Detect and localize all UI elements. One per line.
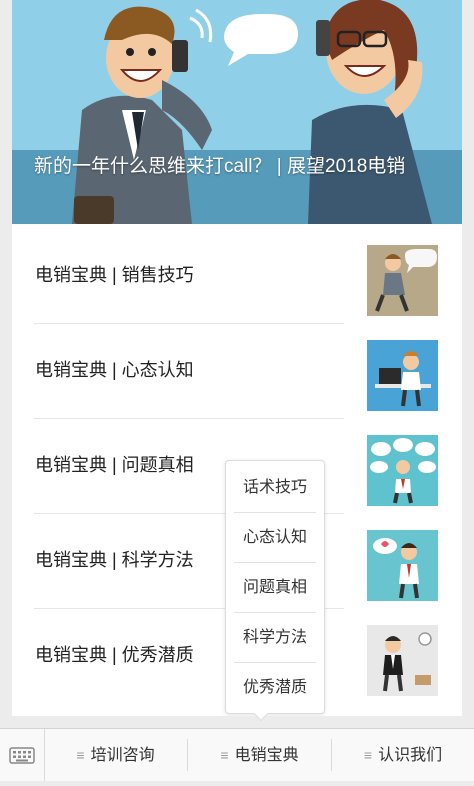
tab-about-us[interactable]: ≡ 认识我们 <box>332 729 474 781</box>
submenu-item[interactable]: 优秀潜质 <box>226 663 324 713</box>
hero-title: 新的一年什么思维来打call？ | 展望2018电销 <box>34 156 406 177</box>
article-item[interactable]: 电销宝典 | 心态认知 <box>12 323 462 417</box>
bottom-menu-bar: ≡ 培训咨询 ≡ 电销宝典 ≡ 认识我们 <box>0 728 474 781</box>
tab-label: 认识我们 <box>378 747 443 764</box>
keyboard-icon <box>9 747 35 764</box>
article-title: 电销宝典 | 问题真相 <box>35 455 194 475</box>
article-title: 电销宝典 | 优秀潜质 <box>35 645 194 665</box>
tab-sales-guide[interactable]: ≡ 电销宝典 <box>188 729 331 781</box>
article-list-card: 新的一年什么思维来打call？ | 展望2018电销 电销宝典 | 销售技巧 电… <box>12 0 462 716</box>
submenu-item[interactable]: 话术技巧 <box>226 463 324 513</box>
article-thumbnail-image <box>367 625 438 696</box>
menu-lines-icon: ≡ <box>76 747 85 763</box>
article-title: 电销宝典 | 销售技巧 <box>35 265 194 285</box>
tab-label: 培训咨询 <box>90 747 155 764</box>
tab-label: 电销宝典 <box>234 747 299 764</box>
article-title: 电销宝典 | 科学方法 <box>35 550 194 570</box>
article-title: 电销宝典 | 心态认知 <box>35 360 194 380</box>
submenu-popup: 话术技巧 心态认知 问题真相 科学方法 优秀潜质 <box>225 460 325 714</box>
article-item[interactable]: 电销宝典 | 销售技巧 <box>12 228 462 322</box>
article-thumbnail-image <box>367 435 438 506</box>
keyboard-toggle-button[interactable] <box>0 729 45 781</box>
article-thumbnail-image <box>367 340 438 411</box>
submenu-item[interactable]: 科学方法 <box>226 613 324 663</box>
menu-lines-icon: ≡ <box>220 747 229 763</box>
submenu-item[interactable]: 心态认知 <box>226 513 324 563</box>
hero-banner[interactable]: 新的一年什么思维来打call？ | 展望2018电销 <box>12 0 462 224</box>
submenu-item[interactable]: 问题真相 <box>226 563 324 613</box>
hero-illustration <box>12 0 462 224</box>
menu-lines-icon: ≡ <box>363 747 373 763</box>
article-thumbnail-image <box>367 245 438 316</box>
article-thumbnail-image <box>367 530 438 601</box>
tab-training-consult[interactable]: ≡ 培训咨询 <box>44 729 187 781</box>
